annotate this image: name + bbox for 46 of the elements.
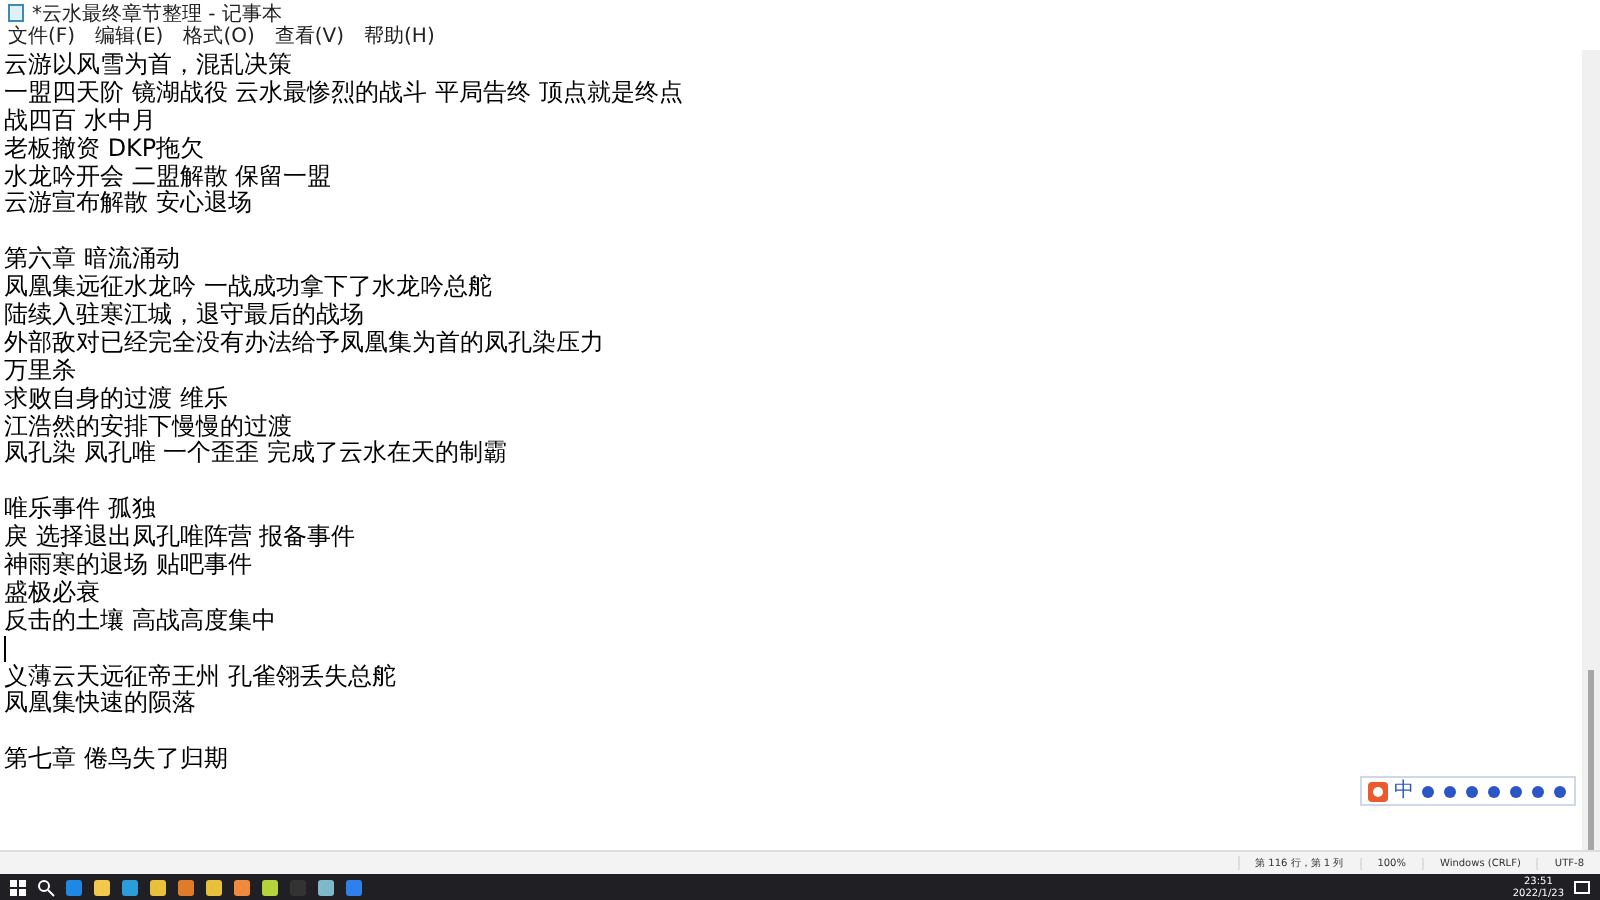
window-title: *云水最终章节整理 - 记事本: [32, 1, 282, 25]
text-line: 万里杀: [4, 357, 78, 386]
text-line: 陆续入驻寒江城，退守最后的战场: [4, 302, 366, 329]
text-line: 戾 选择退出凤孔唯阵营 报备事件: [4, 524, 358, 552]
text-line: 一盟四天阶 镜湖战役 云水最惨烈的战斗 平局告终 顶点就是终点: [4, 79, 685, 108]
notification-icon[interactable]: [1572, 877, 1592, 898]
text-line: 第六章 暗流涌动: [4, 246, 182, 274]
start-icon[interactable]: [8, 877, 28, 898]
taskbar-app-icon[interactable]: [344, 877, 364, 898]
text-line: 第七章 倦鸟失了归期: [4, 746, 230, 775]
text-line: 凤孔染 凤孔唯 一个歪歪 完成了云水在天的制霸: [4, 440, 509, 469]
text-line: 求败自身的过渡 维乐: [4, 385, 230, 414]
text-line: 义薄云天远征帝王州 孔雀翎丢失总舵: [4, 663, 398, 690]
text-line: 盛极必衰: [4, 579, 102, 608]
text-line: 凤凰集快速的陨落: [4, 690, 198, 719]
taskbar-app-icon[interactable]: [120, 877, 140, 898]
text-line: 反击的土壤 高战高度集中: [4, 607, 278, 636]
taskbar-app-icon[interactable]: [176, 877, 196, 898]
taskbar-app-icon[interactable]: [204, 877, 224, 898]
taskbar-app-icon[interactable]: [260, 877, 280, 898]
ime-logo-icon: [1368, 781, 1388, 801]
text-line: 老板撤资 DKP拖欠: [4, 135, 207, 164]
text-line: 外部敌对已经完全没有办法给予凤凰集为首的凤孔染压力: [4, 329, 606, 358]
text-line: 凤凰集远征水龙吟 一战成功拿下了水龙吟总舵: [4, 274, 494, 302]
menu-item[interactable]: 帮助(H): [364, 26, 435, 50]
taskbar-app-icon[interactable]: [92, 877, 112, 898]
taskbar-app-icon[interactable]: [316, 877, 336, 898]
text-line: 唯乐事件 孤独: [4, 496, 158, 524]
scrollbar-thumb[interactable]: [1588, 670, 1594, 850]
text-line: 战四百 水中月: [4, 107, 158, 136]
text-line: 云游宣布解散 安心退场: [4, 190, 254, 219]
taskbar-app-icon[interactable]: [232, 877, 252, 898]
menu-item[interactable]: 查看(V): [274, 26, 345, 50]
menu-item[interactable]: 格式(O): [183, 26, 255, 50]
taskbar-app-icon[interactable]: [148, 877, 168, 898]
text-cursor: [4, 635, 6, 662]
input-mode-label[interactable]: 中: [1394, 780, 1414, 802]
text-line: 水龙吟开会 二盟解散 保留一盟: [4, 163, 334, 190]
text-line: 云游以风雪为首，混乱决策: [4, 52, 294, 80]
text-line: 江浩然的安排下慢慢的过渡: [4, 413, 294, 440]
menu-item[interactable]: 文件(F): [8, 26, 76, 50]
notepad-icon: [8, 4, 24, 22]
taskbar-app-icon[interactable]: [64, 877, 84, 898]
menu-item[interactable]: 编辑(E): [95, 26, 164, 50]
search-icon[interactable]: [36, 877, 56, 898]
text-line: 神雨寒的退场 贴吧事件: [4, 552, 254, 580]
